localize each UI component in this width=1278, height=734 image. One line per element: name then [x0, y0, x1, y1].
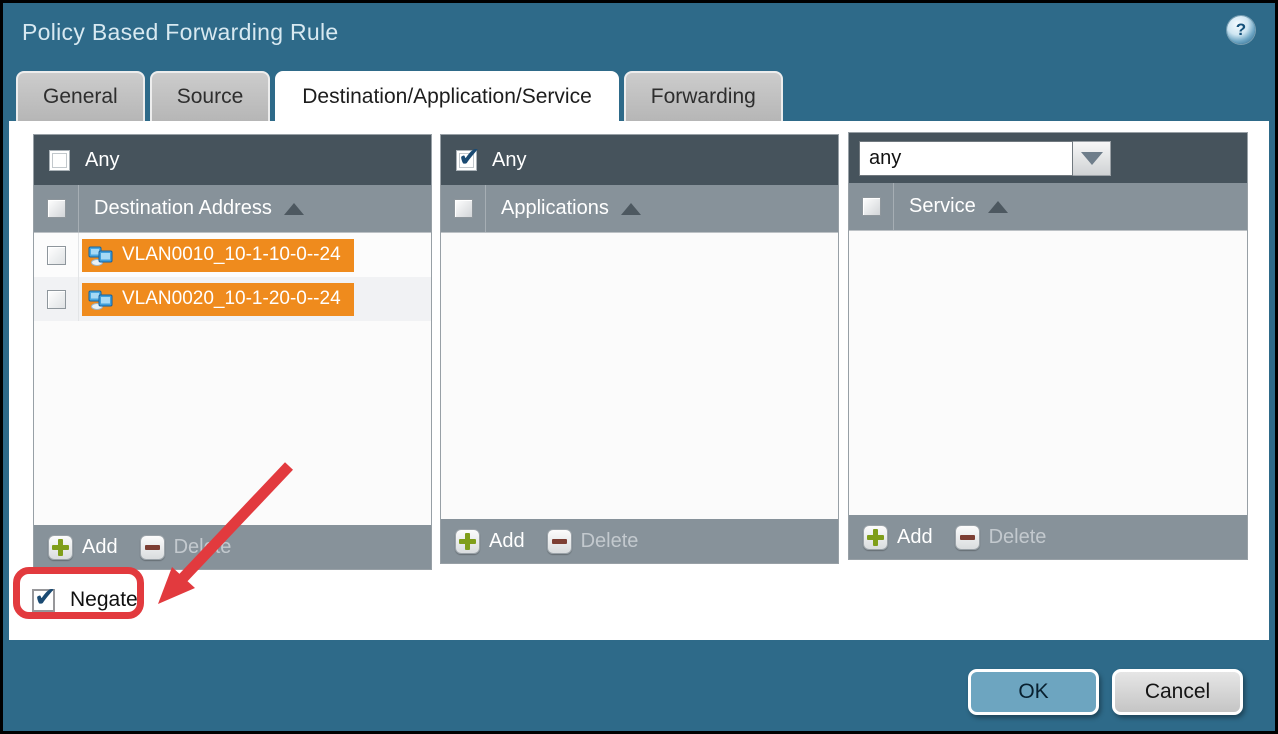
applications-list — [441, 232, 838, 519]
add-button-label: Add — [897, 526, 933, 549]
delete-button[interactable]: Delete — [955, 525, 1047, 550]
destination-column-label[interactable]: Destination Address — [94, 197, 272, 220]
service-column-header: Service — [849, 183, 1247, 230]
add-button[interactable]: Add — [48, 535, 118, 560]
tab-content: Any Destination Address — [9, 121, 1269, 640]
applications-column-label[interactable]: Applications — [501, 197, 609, 220]
ok-button[interactable]: OK — [968, 669, 1099, 715]
address-object-chip[interactable]: VLAN0020_10-1-20-0--24 — [82, 283, 354, 316]
destination-selectall-checkbox[interactable] — [47, 199, 66, 218]
minus-icon — [955, 525, 980, 550]
plus-icon — [863, 525, 888, 550]
delete-button-label: Delete — [174, 536, 232, 559]
negate-control: Negate — [32, 588, 138, 612]
row-checkbox-cell — [34, 233, 79, 277]
add-button-label: Add — [82, 536, 118, 559]
service-panel: any Service Add Delete — [848, 132, 1248, 560]
plus-icon — [455, 529, 480, 554]
applications-toolbar: Add Delete — [441, 519, 838, 563]
tab-general[interactable]: General — [16, 71, 145, 121]
tab-source[interactable]: Source — [150, 71, 271, 121]
applications-column-header: Applications — [441, 185, 838, 232]
sort-ascending-icon[interactable] — [621, 203, 641, 215]
delete-button[interactable]: Delete — [140, 535, 232, 560]
row-checkbox[interactable] — [47, 290, 66, 309]
applications-any-bar: Any — [441, 135, 838, 185]
destination-address-panel: Any Destination Address — [33, 134, 432, 570]
minus-icon — [547, 529, 572, 554]
pbf-rule-dialog: Policy Based Forwarding Rule ? General S… — [3, 3, 1275, 731]
destination-list: VLAN0010_10-1-10-0--24 VLAN0020_10-1 — [34, 232, 431, 525]
destination-any-bar: Any — [34, 135, 431, 185]
service-dropdown-value[interactable]: any — [859, 141, 1073, 176]
delete-button-label: Delete — [989, 526, 1047, 549]
address-object-chip[interactable]: VLAN0010_10-1-10-0--24 — [82, 239, 354, 272]
add-button[interactable]: Add — [863, 525, 933, 550]
service-selectall-checkbox[interactable] — [862, 197, 881, 216]
service-dropdown[interactable]: any — [859, 141, 1111, 176]
network-address-icon — [88, 288, 114, 310]
address-object-name: VLAN0010_10-1-10-0--24 — [122, 244, 341, 266]
negate-checkbox[interactable] — [32, 589, 55, 612]
sort-ascending-icon[interactable] — [284, 203, 304, 215]
add-button[interactable]: Add — [455, 529, 525, 554]
destination-column-header: Destination Address — [34, 185, 431, 232]
table-row[interactable]: VLAN0020_10-1-20-0--24 — [34, 277, 431, 321]
network-address-icon — [88, 244, 114, 266]
tab-bar: General Source Destination/Application/S… — [16, 71, 783, 121]
plus-icon — [48, 535, 73, 560]
destination-any-label: Any — [85, 149, 119, 172]
service-toolbar: Add Delete — [849, 515, 1247, 559]
applications-selectall-checkbox[interactable] — [454, 199, 473, 218]
destination-selectall-cell — [34, 185, 79, 232]
delete-button[interactable]: Delete — [547, 529, 639, 554]
negate-label: Negate — [70, 588, 138, 612]
service-dropdown-button[interactable] — [1073, 141, 1111, 176]
service-selector-bar: any — [849, 133, 1247, 183]
row-checkbox[interactable] — [47, 246, 66, 265]
table-row[interactable]: VLAN0010_10-1-10-0--24 — [34, 233, 431, 277]
service-selectall-cell — [849, 183, 894, 230]
sort-ascending-icon[interactable] — [988, 201, 1008, 213]
applications-any-label: Any — [492, 149, 526, 172]
help-icon[interactable]: ? — [1227, 16, 1255, 44]
row-checkbox-cell — [34, 277, 79, 321]
tab-forwarding[interactable]: Forwarding — [624, 71, 783, 121]
applications-any-checkbox[interactable] — [456, 150, 477, 171]
tab-destination-application-service[interactable]: Destination/Application/Service — [275, 71, 619, 121]
applications-selectall-cell — [441, 185, 486, 232]
destination-toolbar: Add Delete — [34, 525, 431, 569]
delete-button-label: Delete — [581, 530, 639, 553]
chevron-down-icon — [1081, 152, 1103, 165]
minus-icon — [140, 535, 165, 560]
add-button-label: Add — [489, 530, 525, 553]
service-column-label[interactable]: Service — [909, 195, 976, 218]
applications-panel: Any Applications Add Delete — [440, 134, 839, 564]
destination-any-checkbox[interactable] — [49, 150, 70, 171]
address-object-name: VLAN0020_10-1-20-0--24 — [122, 288, 341, 310]
dialog-title: Policy Based Forwarding Rule — [22, 19, 339, 46]
cancel-button[interactable]: Cancel — [1112, 669, 1243, 715]
service-list — [849, 230, 1247, 515]
